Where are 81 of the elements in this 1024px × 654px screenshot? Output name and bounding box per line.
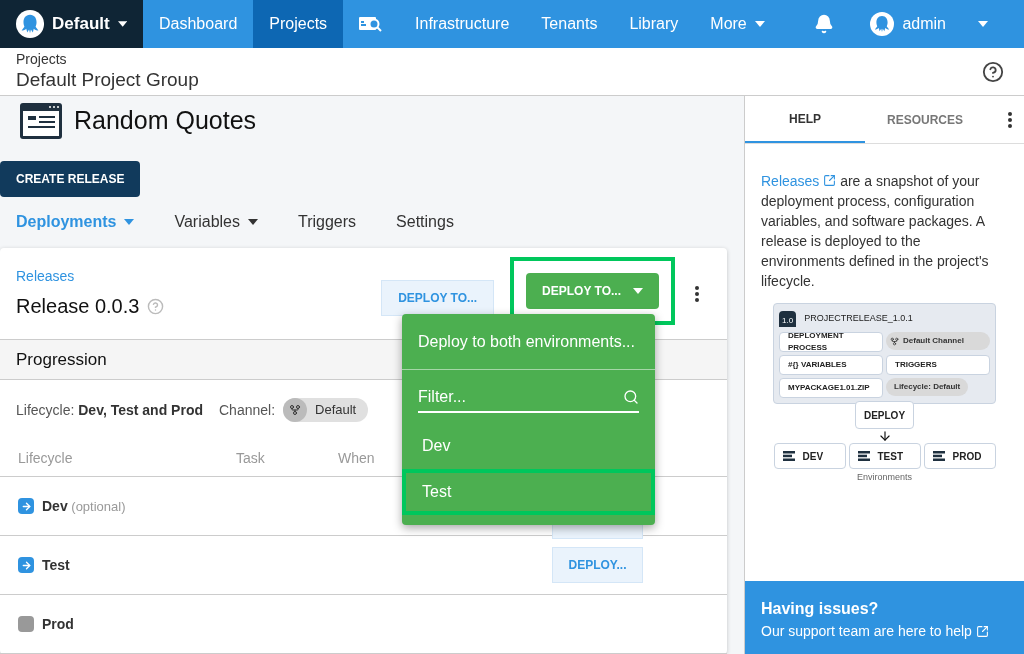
nav-tab[interactable]: More <box>694 0 781 48</box>
fork-icon <box>289 404 302 416</box>
project-tab[interactable]: Triggers <box>298 210 357 235</box>
channel-label: Channel: <box>219 400 276 420</box>
environment-name: Test <box>42 555 70 575</box>
arrow-status-icon <box>18 557 34 573</box>
menu-item[interactable]: Dev <box>406 427 651 465</box>
more-vertical-icon <box>695 285 699 302</box>
process-tag: DEPLOYMENT PROCESS <box>779 332 883 352</box>
environment-name: Prod <box>42 614 74 634</box>
lifecycle-text: Lifecycle: Dev, Test and Prod <box>16 400 203 420</box>
support-link[interactable]: Our support team are here to help <box>761 621 1008 642</box>
deploy-button[interactable]: DEPLOY... <box>552 547 643 583</box>
section-title: Progression <box>16 348 107 371</box>
deploy-to-button[interactable]: DEPLOY TO... <box>381 279 495 316</box>
help-icon <box>147 297 165 315</box>
server-icon <box>932 451 945 461</box>
arrow-status-icon <box>18 498 34 514</box>
octopus-logo-icon <box>16 9 45 39</box>
breadcrumb-link[interactable]: Projects <box>16 50 982 69</box>
environment-tag: DEV <box>773 443 846 469</box>
search-icon <box>623 389 639 405</box>
server-icon <box>782 451 795 461</box>
column-header: Task <box>236 448 266 468</box>
nav-tab[interactable]: Projects <box>253 0 344 48</box>
page-title: Default Project Group <box>16 68 200 93</box>
release-title: Release 0.0.3 <box>16 294 140 319</box>
project-tab[interactable]: Variables <box>174 210 258 235</box>
project-tab[interactable]: Settings <box>396 210 454 235</box>
channel-tag: Default Channel <box>886 332 990 350</box>
panel-tab[interactable]: RESOURCES <box>865 96 985 143</box>
panel-tab[interactable]: HELP <box>745 96 865 143</box>
nav-tab[interactable]: Dashboard <box>143 0 254 48</box>
version-badge: 1.0 <box>779 311 797 327</box>
package-tag: MYPACKAGE1.01.ZIP <box>779 378 883 398</box>
project-tab[interactable]: Deployments <box>16 210 135 235</box>
org-switcher[interactable]: Default <box>0 0 143 48</box>
deploy-tag: DEPLOY <box>854 401 915 429</box>
nav-tab[interactable]: Infrastructure <box>399 0 526 48</box>
help-icon[interactable] <box>982 60 1004 83</box>
deploy-to-dropdown-button[interactable]: DEPLOY TO... <box>526 272 659 309</box>
caret-icon <box>754 21 765 27</box>
releases-link[interactable]: Releases <box>761 173 837 189</box>
environment-name: Dev (optional) <box>42 496 126 516</box>
search-list-icon <box>359 16 384 32</box>
help-text: Releases are a snapshot of your deployment process, configuration variables, and software packages. A release is deployed to the environments defined in the project's lifecycle. <box>760 172 990 291</box>
environment-tag: PROD <box>923 443 996 469</box>
releases-link[interactable]: Releases <box>16 266 382 287</box>
column-header: When <box>338 448 375 468</box>
caret-icon <box>633 287 643 294</box>
nav-tab[interactable]: Tenants <box>525 0 614 48</box>
diagram-caption: Environments <box>857 471 912 484</box>
caret-icon <box>117 21 127 27</box>
environment-tag: TEST <box>848 443 921 469</box>
caret-icon <box>124 219 135 226</box>
lifecycle-tag: Lifecycle: Default <box>886 378 969 396</box>
nav-tab[interactable]: Library <box>613 0 695 48</box>
server-icon <box>857 451 870 461</box>
create-release-button[interactable]: CREATE RELEASE <box>0 160 141 197</box>
more-options-button[interactable] <box>695 285 699 302</box>
fork-icon <box>890 336 899 346</box>
channel-chip: Default <box>283 398 369 422</box>
triggers-tag: TRIGGERS <box>886 355 990 375</box>
octopus-logo-icon <box>870 12 895 36</box>
external-link-icon <box>823 173 837 187</box>
menu-item[interactable]: Test <box>406 473 651 511</box>
caret-icon <box>978 21 988 27</box>
bell-icon <box>814 14 835 34</box>
caret-icon <box>248 219 258 226</box>
more-vertical-icon <box>1008 111 1012 128</box>
variables-tag: #{} VARIABLES <box>779 355 883 375</box>
menu-item[interactable]: Deploy to both environments... <box>402 314 655 369</box>
project-title: Random Quotes <box>74 105 257 137</box>
release-name: PROJECTRELEASE_1.0.1 <box>804 312 913 326</box>
filter-field[interactable]: Filter... <box>418 382 639 413</box>
user-menu[interactable]: admin <box>854 0 1024 48</box>
square-status-icon <box>18 616 34 632</box>
project-icon <box>20 102 62 139</box>
external-link-icon <box>975 625 989 638</box>
issues-title: Having issues? <box>761 599 880 619</box>
column-header: Lifecycle <box>18 448 74 468</box>
